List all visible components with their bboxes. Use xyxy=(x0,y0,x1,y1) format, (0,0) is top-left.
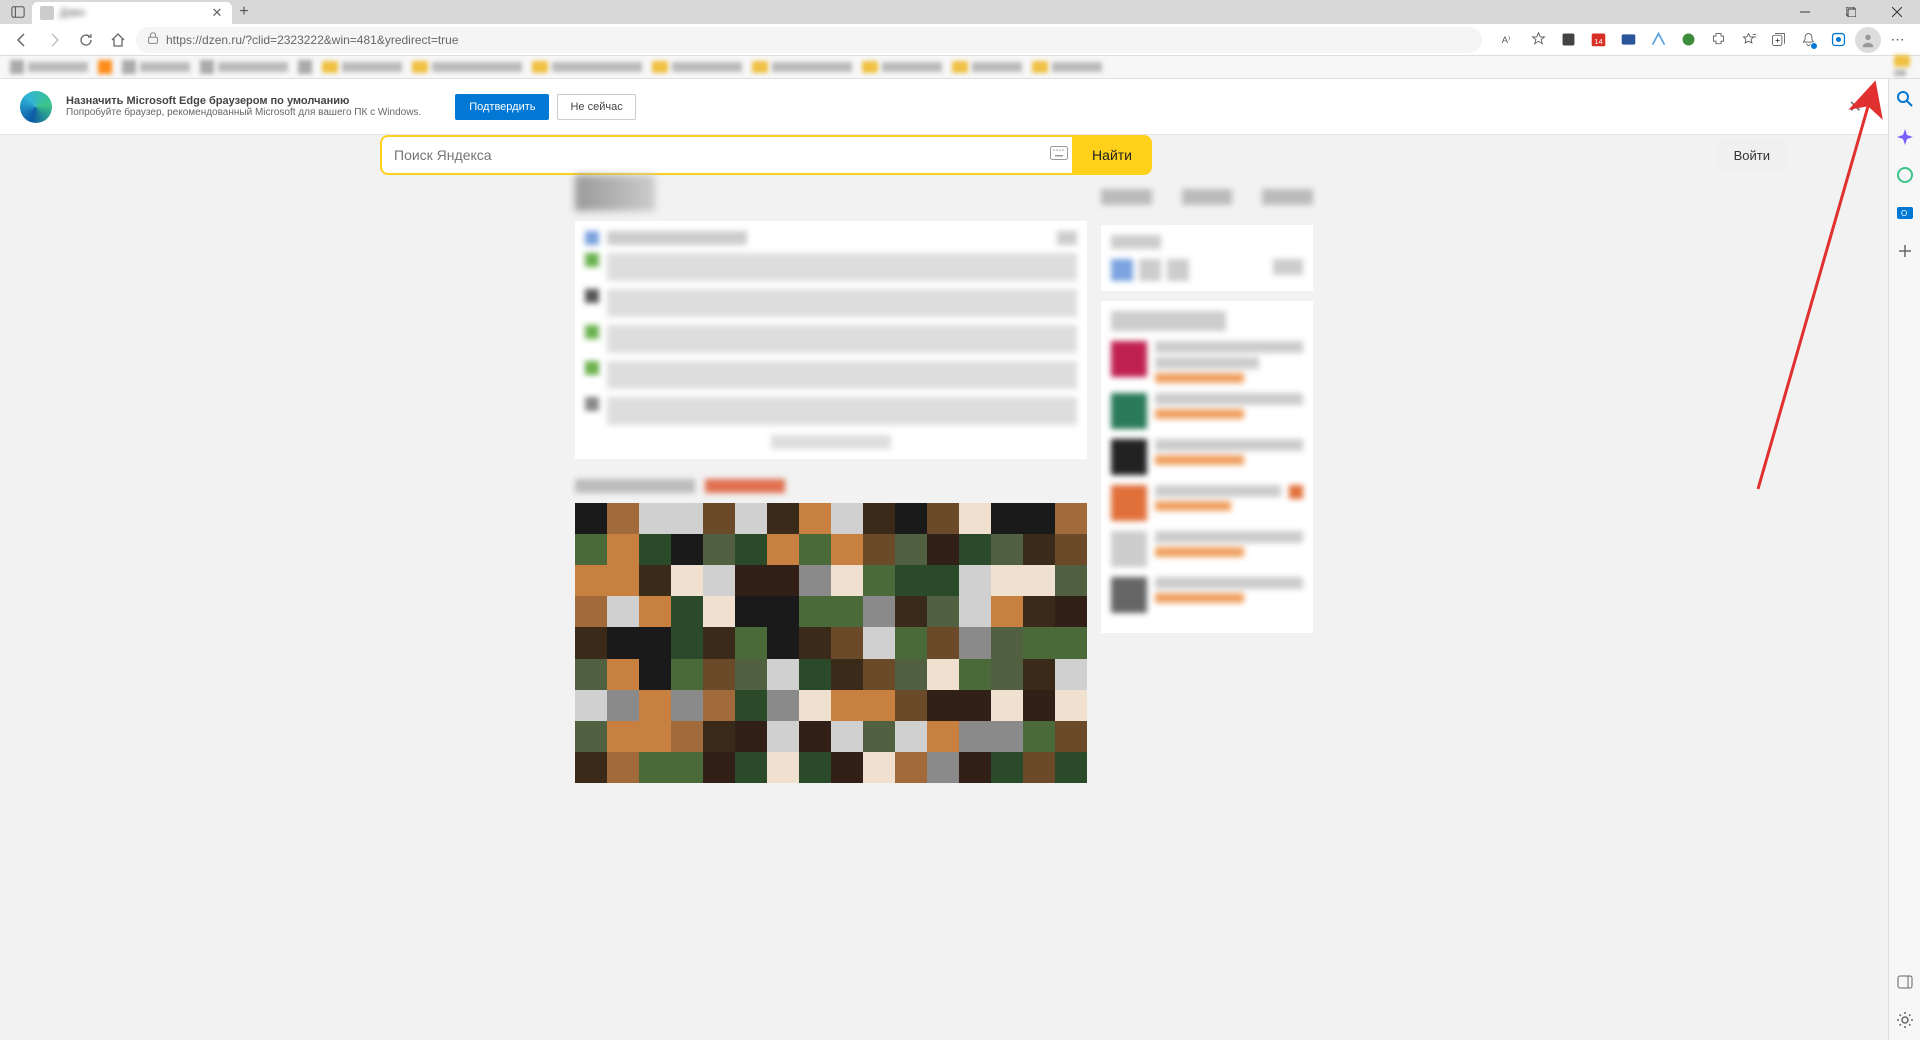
bookmark-folder[interactable] xyxy=(412,61,522,73)
settings-gear-icon[interactable] xyxy=(1895,1010,1915,1030)
read-aloud-icon[interactable]: A⁾ xyxy=(1494,26,1522,54)
add-sidebar-icon[interactable] xyxy=(1895,241,1915,261)
extension-icon-4[interactable] xyxy=(1644,26,1672,54)
bookmark-folder[interactable] xyxy=(322,61,402,73)
side-item[interactable] xyxy=(1111,531,1303,567)
article-meta xyxy=(575,479,1087,493)
toolbar-actions: A⁾ 14 + ⋯ xyxy=(1494,26,1912,54)
tools-icon[interactable] xyxy=(1895,165,1915,185)
tab-actions-button[interactable] xyxy=(4,5,32,19)
side-item[interactable] xyxy=(1111,485,1303,521)
bookmark-item[interactable] xyxy=(298,60,312,74)
address-bar[interactable]: https://dzen.ru/?clid=2323222&win=481&yr… xyxy=(136,27,1482,53)
extension-icon-3[interactable] xyxy=(1614,26,1642,54)
profile-avatar[interactable] xyxy=(1854,26,1882,54)
new-tab-button[interactable]: + xyxy=(232,3,256,21)
site-info-icon[interactable] xyxy=(146,31,160,48)
svg-text:A⁾: A⁾ xyxy=(1501,35,1510,45)
extension-calendar-icon[interactable]: 14 xyxy=(1584,26,1612,54)
extensions-menu-icon[interactable] xyxy=(1704,26,1732,54)
keyboard-icon[interactable] xyxy=(1050,146,1068,165)
favorites-icon[interactable] xyxy=(1734,26,1762,54)
side-item[interactable] xyxy=(1111,439,1303,475)
home-button[interactable] xyxy=(104,26,132,54)
bookmark-folder[interactable] xyxy=(1032,61,1102,73)
tab-favicon xyxy=(40,6,54,20)
news-widget xyxy=(575,221,1087,459)
news-item[interactable] xyxy=(585,397,1077,425)
svg-text:+: + xyxy=(1775,35,1780,45)
bookmark-item[interactable] xyxy=(122,60,190,74)
side-item[interactable] xyxy=(1111,341,1303,383)
bookmarks-overflow[interactable]: ое xyxy=(1894,55,1910,79)
side-widget-1 xyxy=(1101,225,1313,291)
search-button[interactable]: Найти xyxy=(1074,135,1152,175)
svg-text:O: O xyxy=(1901,209,1907,218)
feed-main-column xyxy=(575,175,1087,783)
forward-button[interactable] xyxy=(40,26,68,54)
notifications-icon[interactable] xyxy=(1794,26,1822,54)
bookmark-item[interactable] xyxy=(200,60,288,74)
default-browser-banner: Назначить Microsoft Edge браузером по ум… xyxy=(0,79,1888,135)
article-image[interactable] xyxy=(575,503,1087,783)
extension-icon-5[interactable] xyxy=(1674,26,1702,54)
side-item[interactable] xyxy=(1111,577,1303,613)
news-item[interactable] xyxy=(585,325,1077,353)
search-bar: Найти xyxy=(380,135,1152,175)
bookmark-item[interactable] xyxy=(10,60,88,74)
bookmark-folder[interactable] xyxy=(532,61,642,73)
bookmark-folder[interactable] xyxy=(652,61,742,73)
feed-side-column xyxy=(1101,175,1313,783)
banner-close-button[interactable]: ✕ xyxy=(1843,91,1868,123)
search-icon[interactable] xyxy=(1895,89,1915,109)
bookmark-folder[interactable] xyxy=(952,61,1022,73)
browser-tab[interactable]: Дзен ✕ xyxy=(32,2,232,24)
favorite-star-icon[interactable] xyxy=(1524,26,1552,54)
bookmark-folder[interactable] xyxy=(862,61,942,73)
banner-later-button[interactable]: Не сейчас xyxy=(557,94,635,120)
news-item[interactable] xyxy=(585,289,1077,317)
side-item[interactable] xyxy=(1111,393,1303,429)
sidebar-rail: O xyxy=(1888,79,1920,1040)
banner-subtitle: Попробуйте браузер, рекомендованный Micr… xyxy=(66,107,421,118)
banner-confirm-button[interactable]: Подтвердить xyxy=(455,94,549,120)
back-button[interactable] xyxy=(8,26,36,54)
extension-icon-1[interactable] xyxy=(1554,26,1582,54)
tab-close-button[interactable]: ✕ xyxy=(210,6,224,20)
tab-strip: Дзен ✕ + xyxy=(0,0,256,24)
browser-essentials-icon[interactable] xyxy=(1824,26,1852,54)
search-input[interactable] xyxy=(394,147,1032,163)
browser-toolbar: https://dzen.ru/?clid=2323222&win=481&yr… xyxy=(0,24,1920,56)
feed-logo xyxy=(575,175,655,211)
bookmark-item[interactable] xyxy=(98,60,112,74)
sidebar-toggle-icon[interactable] xyxy=(1895,972,1915,992)
login-button[interactable]: Войти xyxy=(1716,139,1788,172)
url-text: https://dzen.ru/?clid=2323222&win=481&yr… xyxy=(166,33,1472,47)
maximize-button[interactable] xyxy=(1828,0,1874,24)
news-item[interactable] xyxy=(585,361,1077,389)
news-item[interactable] xyxy=(585,253,1077,281)
minimize-button[interactable] xyxy=(1782,0,1828,24)
outlook-icon[interactable]: O xyxy=(1895,203,1915,223)
settings-menu-button[interactable]: ⋯ xyxy=(1884,26,1912,54)
collections-icon[interactable]: + xyxy=(1764,26,1792,54)
feed-tabs[interactable] xyxy=(1101,189,1313,213)
close-window-button[interactable] xyxy=(1874,0,1920,24)
edge-logo-icon xyxy=(20,91,52,123)
page-content[interactable]: Найти Войти xyxy=(0,135,1888,1040)
tab-title: Дзен xyxy=(60,7,204,19)
window-titlebar: Дзен ✕ + xyxy=(0,0,1920,24)
bookmarks-bar: ое xyxy=(0,56,1920,79)
window-controls xyxy=(1782,0,1920,24)
bookmark-folder[interactable] xyxy=(752,61,852,73)
banner-title: Назначить Microsoft Edge браузером по ум… xyxy=(66,95,421,107)
refresh-button[interactable] xyxy=(72,26,100,54)
svg-text:14: 14 xyxy=(1594,37,1603,46)
copilot-icon[interactable] xyxy=(1895,127,1915,147)
side-widget-2 xyxy=(1101,301,1313,633)
